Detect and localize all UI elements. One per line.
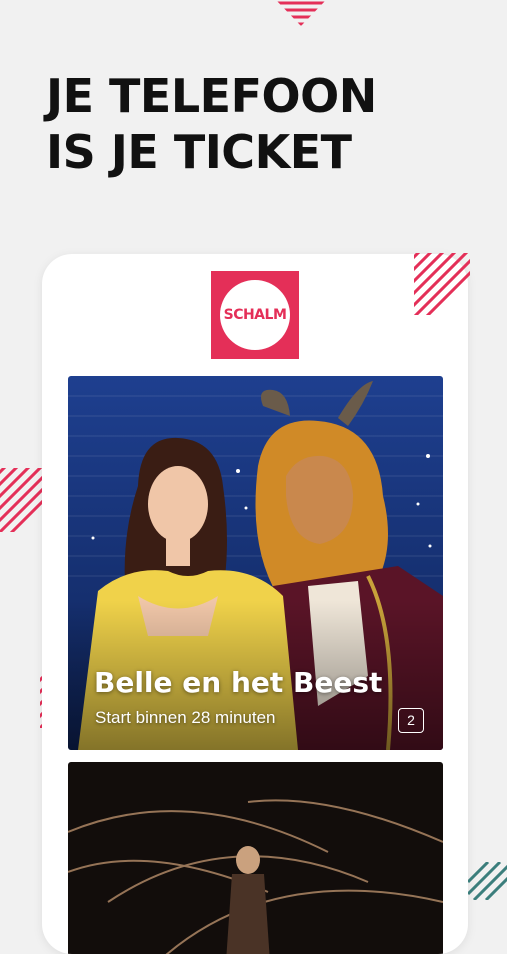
chevron-stripes-decoration	[276, 1, 326, 26]
phone-screen: SCHALM Belle en het Beest Start binnen 2…	[42, 254, 468, 954]
headline-line-1: JE TELEFOON	[46, 69, 377, 123]
logo-text: SCHALM	[223, 307, 287, 323]
schalm-logo: SCHALM	[211, 271, 299, 359]
pink-stripes-decoration	[0, 468, 42, 532]
event-card[interactable]	[68, 762, 443, 954]
ticket-count-badge: 2	[398, 708, 424, 733]
event-title: Belle en het Beest	[94, 666, 383, 699]
teal-stripes-decoration-corner	[468, 862, 507, 900]
headline: JE TELEFOON IS JE TICKET	[46, 68, 377, 180]
headline-line-2: IS JE TICKET	[46, 125, 352, 179]
event-card[interactable]: Belle en het Beest Start binnen 28 minut…	[68, 376, 443, 750]
event-start-status: Start binnen 28 minuten	[95, 708, 276, 727]
event-poster-image	[68, 762, 443, 954]
pink-stripes-decoration-corner	[414, 253, 470, 315]
